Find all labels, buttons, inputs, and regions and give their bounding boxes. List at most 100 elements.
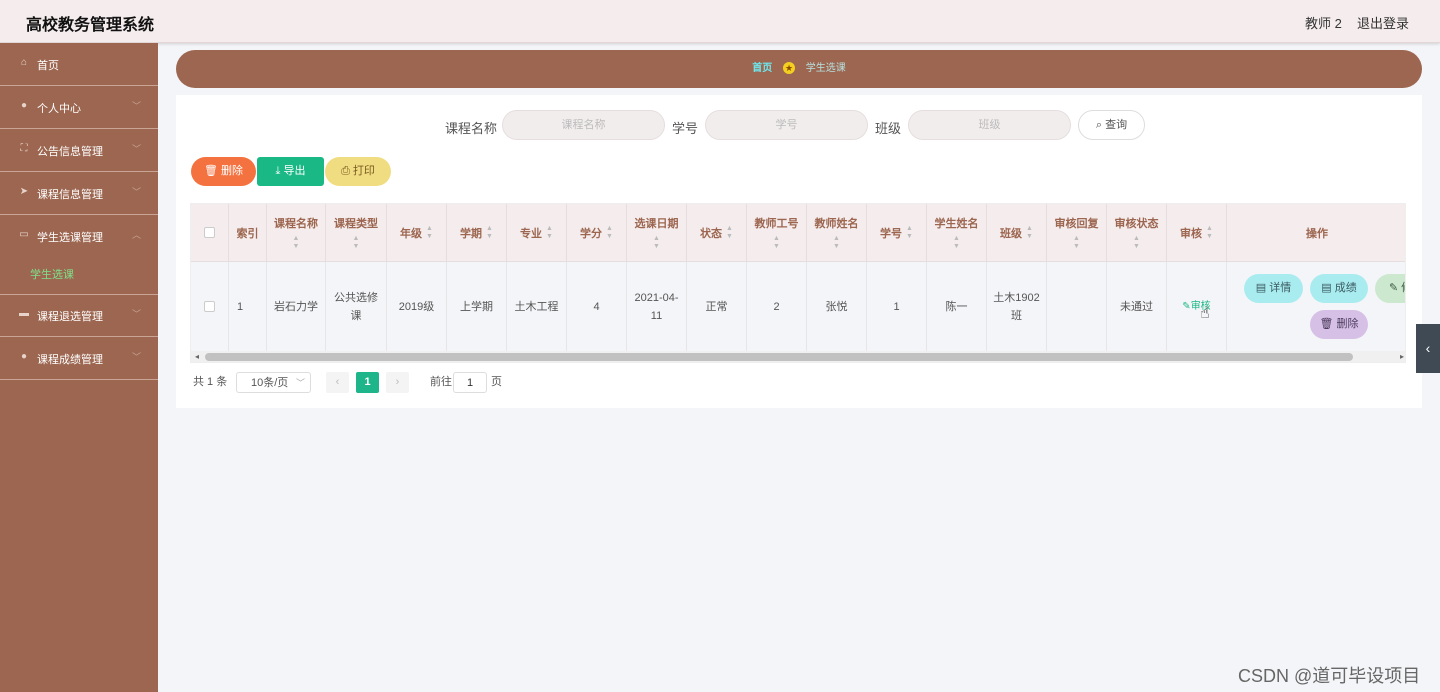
col-header[interactable]: 审核状态 ▲ ▼ [1107,204,1167,262]
col-header-label: 学期 [460,227,483,240]
print-button[interactable]: ⎙ 打印 [325,157,391,186]
chevron-down-icon: ﹀ [132,144,142,154]
student-id-input[interactable] [705,110,868,140]
col-header-label: 教师工号 [754,217,799,230]
col-header[interactable]: 学期 ▲ ▼ [447,204,507,262]
app-title: 高校教务管理系统 [26,17,155,34]
sort-icon[interactable]: ▲ ▼ [1133,235,1140,251]
current-user[interactable]: 教师 2 [1305,13,1342,32]
table-cell: 土木1902班 [987,262,1047,351]
collapse-panel-button[interactable]: ‹ [1416,324,1440,373]
sort-icon[interactable]: ▲ ▼ [546,225,553,241]
table-cell: 上学期 [447,262,507,351]
course-name-input[interactable] [502,110,665,140]
col-header[interactable]: 审核回复 ▲ ▼ [1047,204,1107,262]
col-header[interactable]: 教师姓名 ▲ ▼ [807,204,867,262]
edit-label: 修 [1401,282,1405,294]
select-all-checkbox[interactable] [204,227,215,238]
sort-icon[interactable]: ▲ ▼ [653,235,660,251]
table-cell [1047,262,1107,351]
table-cell: 陈一 [927,262,987,351]
watermark: CSDN @道可毕设项目 [1238,666,1421,686]
select-all-header [191,204,229,262]
sidebar-item-scores[interactable]: ● 课程成绩管理 ﹀ [0,337,158,380]
sidebar-subitem-selection[interactable]: 学生选课 [30,266,74,282]
detail-button[interactable]: ▤ 详情 [1244,274,1303,303]
col-header-label: 操作 [1306,227,1328,240]
sort-icon[interactable]: ▲ ▼ [486,225,493,241]
sort-icon[interactable]: ▲ ▼ [426,225,433,241]
goto-page-input[interactable]: 1 [453,372,487,393]
sort-icon[interactable]: ▲ ▼ [726,225,733,241]
sidebar-item-courses[interactable]: ➤ 课程信息管理 ﹀ [0,172,158,215]
sidebar-item-selection[interactable]: ▭ 学生选课管理 ︿ [0,215,158,295]
review-link[interactable]: ✎ 审核 [1167,262,1227,351]
edit-icon: ✎ [1182,300,1191,312]
col-header[interactable]: 状态 ▲ ▼ [687,204,747,262]
col-header[interactable]: 专业 ▲ ▼ [507,204,567,262]
row-checkbox[interactable] [204,301,215,312]
score-button[interactable]: ▤ 成绩 [1310,274,1368,303]
course-name-label: 课程名称 [445,121,498,136]
col-header[interactable]: 年级 ▲ ▼ [387,204,447,262]
col-header[interactable]: 课程类型 ▲ ▼ [326,204,387,262]
export-label: 导出 [283,165,306,177]
row-delete-button[interactable]: 🗑 删除 [1310,310,1368,339]
query-label: 查询 [1105,119,1128,131]
sort-icon[interactable]: ▲ ▼ [833,235,840,251]
col-header[interactable]: 学分 ▲ ▼ [567,204,627,262]
sort-icon[interactable]: ▲ ▼ [293,235,300,251]
sidebar-item-profile[interactable]: ● 个人中心 ﹀ [0,86,158,129]
prev-page-button[interactable]: ‹ [326,372,349,393]
scroll-left-icon[interactable]: ◂ [195,351,199,362]
sort-icon[interactable]: ▲ ▼ [353,235,360,251]
page-number-active[interactable]: 1 [356,372,379,393]
table-cell: 张悦 [807,262,867,351]
edit-button[interactable]: ✎ 修 [1375,274,1405,303]
breadcrumb-home[interactable]: 首页 [752,63,772,74]
col-header-label: 选课日期 [634,217,679,230]
col-header[interactable]: 课程名称 ▲ ▼ [267,204,326,262]
user-icon: ● [20,351,28,362]
sort-icon[interactable]: ▲ ▼ [1206,225,1213,241]
query-button[interactable]: ⌕ 查询 [1078,110,1145,140]
frame-icon: ⛶ [20,143,28,154]
briefcase-icon: ▬ [19,308,29,319]
sort-icon[interactable]: ▲ ▼ [953,235,960,251]
sidebar-item-withdraw[interactable]: ▬ 课程退选管理 ﹀ [0,294,158,337]
total-count: 共 1 条 [193,376,228,388]
sort-icon[interactable]: ▲ ▼ [906,225,913,241]
scrollbar-thumb[interactable] [205,353,1353,361]
sort-icon[interactable]: ▲ ▼ [606,225,613,241]
col-header[interactable]: 审核 ▲ ▼ [1167,204,1227,262]
class-input[interactable] [908,110,1071,140]
printer-icon: ⎙ [341,165,353,177]
col-header[interactable]: 选课日期 ▲ ▼ [627,204,687,262]
col-header-label: 学生姓名 [934,217,979,230]
horizontal-scrollbar[interactable]: ◂ ▸ [191,351,1405,362]
logout-link[interactable]: 退出登录 [1357,13,1409,32]
chevron-down-icon: ﹀ [132,352,142,362]
col-header[interactable]: 学生姓名 ▲ ▼ [927,204,987,262]
goto-label: 前往 [430,376,452,388]
col-header-label: 班级 [1000,227,1023,240]
col-header[interactable]: 教师工号 ▲ ▼ [747,204,807,262]
col-header[interactable]: 学号 ▲ ▼ [867,204,927,262]
col-header[interactable]: 班级 ▲ ▼ [987,204,1047,262]
class-label: 班级 [875,121,902,136]
page-size-select[interactable]: 10条/页 ﹀ [236,372,311,393]
sidebar-item-home[interactable]: ⌂ 首页 [0,43,158,86]
next-page-button[interactable]: › [386,372,409,393]
row-delete-label: 删除 [1336,318,1359,330]
delete-label: 删除 [221,165,244,177]
sort-icon[interactable]: ▲ ▼ [1026,225,1033,241]
edit-icon: ✎ [1389,282,1402,294]
col-header-label: 审核状态 [1114,217,1159,230]
sort-icon[interactable]: ▲ ▼ [1073,235,1080,251]
scroll-right-icon[interactable]: ▸ [1400,351,1404,362]
delete-button[interactable]: 🗑 删除 [191,157,256,186]
sort-icon[interactable]: ▲ ▼ [773,235,780,251]
sidebar-item-notices[interactable]: ⛶ 公告信息管理 ﹀ [0,129,158,172]
chevron-right-icon: › [395,376,400,388]
export-button[interactable]: ⤓ 导出 [257,157,324,186]
